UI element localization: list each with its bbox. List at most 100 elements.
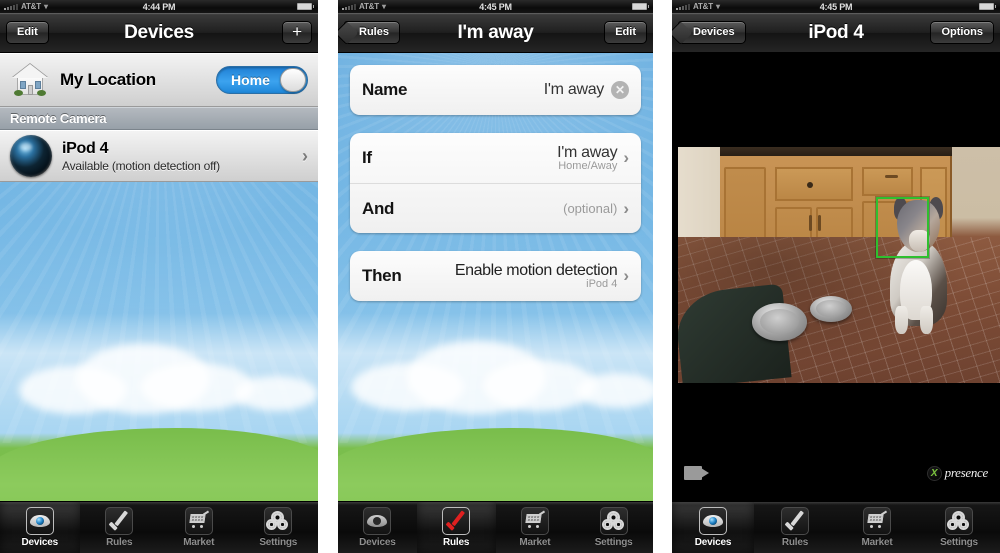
checkmark-icon	[781, 507, 809, 535]
add-device-button[interactable]: +	[282, 21, 312, 44]
tab-market[interactable]: Market	[159, 502, 239, 553]
tab-label: Settings	[940, 537, 978, 548]
row-label: Name	[362, 80, 408, 99]
tab-label: Settings	[259, 537, 298, 548]
clock-label: 4:45 PM	[479, 1, 512, 12]
edit-button[interactable]: Edit	[6, 21, 49, 44]
chevron-right-icon: ›	[623, 198, 629, 218]
rule-row-if[interactable]: If I'm away Home/Away ›	[350, 133, 641, 183]
tab-bar-3: Devices Rules Market Settings	[672, 501, 1000, 553]
tab-bar-1: Devices Rules Market Settings	[0, 501, 318, 553]
row-value-group: I'm away Home/Away	[557, 144, 618, 172]
tab-devices[interactable]: Devices	[672, 502, 754, 553]
tab-label: Rules	[443, 537, 470, 548]
edit-button[interactable]: Edit	[604, 21, 647, 44]
tab-label: Settings	[594, 537, 633, 548]
tab-rules[interactable]: Rules	[416, 502, 496, 553]
my-location-label: My Location	[60, 70, 156, 89]
home-away-toggle[interactable]: Home	[216, 66, 308, 94]
nav-bar-camera: Devices iPod 4 Options	[672, 13, 1000, 53]
checkmark-icon	[105, 507, 134, 535]
phone-panel-devices: AT&T ▾ 4:44 PM Edit Devices + My Locatio…	[0, 0, 318, 553]
tab-settings[interactable]: Settings	[574, 502, 653, 553]
camera-controls: presence	[672, 451, 1000, 495]
gears-icon	[945, 507, 973, 535]
devices-list: My Location Home Remote Camera iPod 4 Av…	[0, 53, 318, 182]
camera-stage: presence	[672, 53, 1000, 495]
gears-icon	[599, 507, 628, 535]
row-value: I'm away	[543, 81, 605, 98]
tab-devices[interactable]: Devices	[0, 502, 80, 553]
panel-gap-1	[318, 0, 338, 553]
tab-label: Rules	[781, 537, 809, 548]
device-subtitle: Available (motion detection off)	[62, 158, 220, 173]
rule-cards: Name I'm away ✕ If I'm away Home/Away ›	[338, 53, 653, 301]
status-bar-2: AT&T ▾ 4:45 PM	[338, 0, 653, 13]
tab-rules[interactable]: Rules	[754, 502, 836, 553]
back-to-devices-button[interactable]: Devices	[678, 21, 746, 44]
dog-subject	[874, 194, 961, 334]
toggle-knob[interactable]	[280, 68, 306, 92]
eye-icon	[699, 507, 727, 535]
tab-label: Market	[519, 537, 551, 548]
my-location-row[interactable]: My Location Home	[0, 53, 318, 107]
chevron-right-icon: ›	[302, 145, 308, 166]
card-name: Name I'm away ✕	[350, 65, 641, 115]
screenshot-stage: AT&T ▾ 4:44 PM Edit Devices + My Locatio…	[0, 0, 1000, 553]
row-subvalue: iPod 4	[586, 278, 618, 290]
presence-wordmark: presence	[944, 465, 989, 480]
nav-bar-rule: Rules I'm away Edit	[338, 13, 653, 53]
options-button[interactable]: Options	[930, 21, 994, 44]
tab-label: Market	[861, 537, 893, 548]
rule-row-then[interactable]: Then Enable motion detection iPod 4 ›	[350, 251, 641, 301]
tab-bar-2: Devices Rules Market Settings	[338, 501, 653, 553]
video-camera-icon[interactable]	[684, 466, 710, 480]
status-bar-3: AT&T ▾ 4:45 PM	[672, 0, 1000, 13]
row-label: If	[362, 148, 372, 167]
gears-icon	[264, 507, 293, 535]
shopping-cart-icon	[520, 507, 549, 535]
house-icon	[10, 62, 50, 98]
phone-panel-rule-editor: AT&T ▾ 4:45 PM Rules I'm away Edit Name …	[338, 0, 653, 553]
eye-icon	[363, 507, 392, 535]
row-value-group: Enable motion detection iPod 4	[455, 262, 618, 290]
card-action: Then Enable motion detection iPod 4 ›	[350, 251, 641, 301]
tab-market[interactable]: Market	[496, 502, 575, 553]
device-row-ipod4[interactable]: iPod 4 Available (motion detection off) …	[0, 130, 318, 182]
tab-devices[interactable]: Devices	[338, 502, 417, 553]
rule-row-name[interactable]: Name I'm away ✕	[350, 65, 641, 115]
tab-settings[interactable]: Settings	[239, 502, 319, 553]
pet-bowl-large	[752, 302, 807, 341]
tab-label: Devices	[359, 537, 396, 548]
device-text-group: iPod 4 Available (motion detection off)	[62, 140, 220, 173]
row-value-group: (optional)	[563, 201, 617, 216]
shopping-cart-icon	[184, 507, 213, 535]
row-subvalue: Home/Away	[558, 160, 618, 172]
tab-rules[interactable]: Rules	[80, 502, 160, 553]
chevron-right-icon: ›	[623, 266, 629, 285]
panel-gap-2	[653, 0, 672, 553]
presence-logo-icon	[926, 465, 942, 481]
presence-logo: presence	[926, 465, 989, 481]
clock-label: 4:44 PM	[142, 1, 176, 12]
rule-row-and[interactable]: And (optional) ›	[350, 183, 641, 233]
clouds-group	[338, 283, 653, 443]
back-to-rules-button[interactable]: Rules	[344, 21, 400, 44]
tab-label: Devices	[694, 537, 732, 548]
clouds-group	[0, 283, 318, 443]
tab-market[interactable]: Market	[836, 502, 918, 553]
shopping-cart-icon	[863, 507, 891, 535]
nav-bar-devices: Edit Devices +	[0, 13, 318, 53]
row-label: And	[362, 198, 395, 218]
tab-settings[interactable]: Settings	[918, 502, 1000, 553]
phone-panel-camera: AT&T ▾ 4:45 PM Devices iPod 4 Options X …	[672, 0, 1000, 553]
toggle-label: Home	[231, 72, 270, 88]
chevron-right-icon: ›	[623, 148, 629, 167]
camera-video-feed[interactable]	[678, 147, 1000, 383]
clear-icon[interactable]: ✕	[611, 81, 629, 99]
camera-lens-icon	[10, 135, 52, 177]
row-label: Then	[362, 266, 402, 285]
tab-label: Rules	[106, 537, 133, 548]
pet-bowl-small	[810, 295, 852, 322]
card-conditions: If I'm away Home/Away › And (optional) ›	[350, 133, 641, 233]
